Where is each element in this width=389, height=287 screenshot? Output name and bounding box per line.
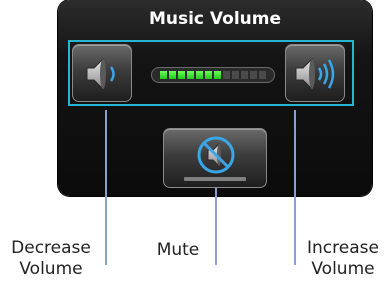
- mute-callout-line: [215, 188, 217, 265]
- mute-caption: Mute: [146, 240, 210, 261]
- volume-segment: [187, 71, 194, 79]
- volume-segment: [250, 71, 257, 79]
- decrease-volume-button[interactable]: [72, 44, 132, 102]
- volume-segment: [214, 71, 221, 79]
- volume-segment: [178, 71, 185, 79]
- volume-segment: [205, 71, 212, 79]
- increase-volume-caption: Increase Volume: [298, 238, 388, 280]
- decrease-volume-caption-text: Decrease Volume: [11, 238, 91, 279]
- speaker-decrease-icon: [86, 57, 115, 91]
- decrease-callout-line: [105, 110, 107, 265]
- volume-segment: [160, 71, 167, 79]
- volume-segment: [259, 71, 266, 79]
- volume-level-meter: [151, 67, 275, 83]
- volume-segment: [223, 71, 230, 79]
- volume-segment: [169, 71, 176, 79]
- mute-caption-text: Mute: [156, 240, 200, 260]
- speaker-increase-icon: [295, 57, 335, 91]
- increase-callout-line: [294, 110, 296, 265]
- dialog-title: Music Volume: [148, 9, 282, 29]
- increase-volume-button[interactable]: [285, 44, 345, 102]
- volume-segment: [241, 71, 248, 79]
- volume-segment: [196, 71, 203, 79]
- decrease-volume-caption: Decrease Volume: [2, 238, 100, 280]
- increase-volume-caption-text: Increase Volume: [307, 238, 379, 279]
- mute-button[interactable]: [163, 128, 267, 188]
- volume-segment: [232, 71, 239, 79]
- mute-status-indicator: [184, 177, 246, 181]
